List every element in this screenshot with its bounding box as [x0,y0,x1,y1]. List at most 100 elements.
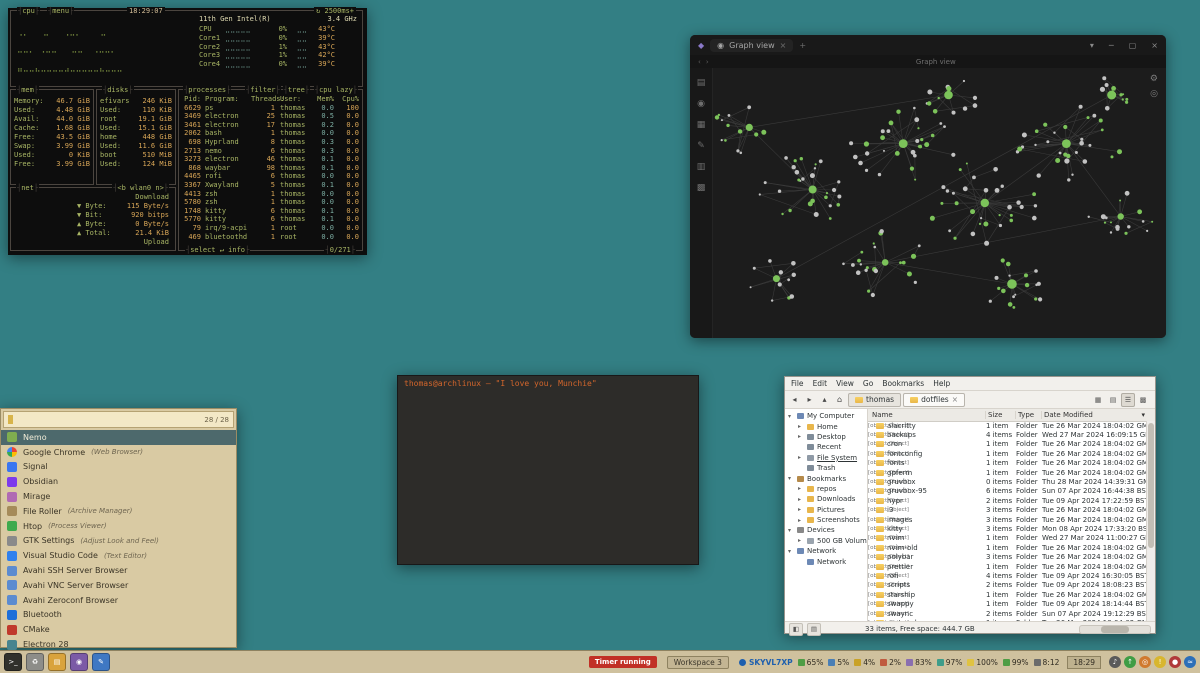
column-chooser-icon[interactable]: ▾ [1141,411,1145,419]
btop-filter-button[interactable]: filter [245,86,281,94]
canvas-icon[interactable]: ▦ [697,120,706,130]
dir-tree-toggle-icon[interactable]: ▤ [807,623,821,636]
notifications-icon[interactable]: ! [1154,656,1166,668]
btop-processes-tab[interactable]: processes [183,86,231,94]
file-row[interactable]: [object Object] starship 1 item Folder T… [868,590,1147,599]
home-button[interactable]: ⌂ [833,393,846,406]
trash-launcher-icon[interactable]: ♻ [26,653,44,671]
expander-icon[interactable]: ▸ [798,517,804,524]
sidebar-item[interactable]: ▸ Screenshots [785,515,867,525]
process-row[interactable]: 3469 electron 25 thomas 0.5 0.0 [179,112,362,121]
viewer-launcher-icon[interactable]: ◉ [70,653,88,671]
row-expander-icon[interactable]: [object Object] [868,601,876,607]
file-row[interactable]: [object Object] fontconfig 1 item Folder… [868,449,1147,458]
close-icon[interactable]: × [1151,41,1158,50]
menu-item[interactable]: Signal [1,460,236,475]
file-row[interactable]: [object Object] prettier 1 item Folder T… [868,562,1147,571]
menu-item[interactable]: Obsidian [1,474,236,489]
icon-view-icon[interactable]: ▦ [1091,393,1105,407]
process-row[interactable]: 2713 nemo 6 thomas 0.3 0.0 [179,147,362,156]
knowledge-graph[interactable] [713,68,1166,338]
btop-refresh-interval[interactable]: ↻ 2500ms+ [314,7,356,15]
timer-badge[interactable]: Timer running [589,656,657,668]
column-type[interactable]: Type [1016,411,1042,419]
file-row[interactable]: [object Object] kitty 3 items Folder Mon… [868,524,1147,533]
back-button[interactable]: ◂ [788,393,801,406]
sidebar-item[interactable]: ▸ File System [785,453,867,463]
row-expander-icon[interactable]: [object Object] [868,488,876,494]
expander-icon[interactable]: ▸ [798,433,804,440]
minimize-icon[interactable]: ─ [1109,41,1114,50]
horizontal-scrollbar[interactable] [1079,625,1151,634]
process-row[interactable]: 3461 electron 17 thomas 0.2 0.0 [179,121,362,130]
process-row[interactable]: 79 irq/9-acpi 1 root 0.0 0.0 [179,224,362,233]
side-pane-toggle-icon[interactable]: ◧ [789,623,803,636]
graph-groups-icon[interactable]: ◎ [1150,89,1158,99]
menu-item[interactable]: Bluetooth [1,608,236,623]
col-program[interactable]: Program: [201,95,251,104]
graph-settings-gear-icon[interactable]: ⚙ [1150,74,1158,84]
menubar-item[interactable]: Help [933,379,950,388]
col-mem[interactable]: Mem% [312,95,334,104]
column-size[interactable]: Size [986,411,1016,419]
path-segment-thomas[interactable]: thomas [848,393,901,407]
terminal-launcher-icon[interactable]: >_ [4,653,22,671]
compact-view-icon[interactable]: ▤ [1106,393,1120,407]
file-row[interactable]: [object Object] swaync 2 items Folder Su… [868,609,1147,618]
row-expander-icon[interactable]: [object Object] [868,441,876,447]
menubar-item[interactable]: Go [863,379,873,388]
sidebar-item[interactable]: Trash [785,463,867,473]
menu-item[interactable]: Avahi Zeroconf Browser [1,593,236,608]
sidebar-item[interactable]: ▸ Home [785,421,867,431]
file-manager-window[interactable]: FileEditViewGoBookmarksHelp ◂ ▸ ▴ ⌂ thom… [784,376,1156,634]
process-row[interactable]: 4413 zsh 1 thomas 0.0 0.0 [179,190,362,199]
menubar-item[interactable]: File [791,379,804,388]
btop-net-tab[interactable]: net [16,184,39,192]
btop-cpu-tab[interactable]: cpu [17,7,40,15]
expander-icon[interactable]: ▸ [798,423,804,430]
row-expander-icon[interactable]: [object Object] [868,573,876,579]
file-row[interactable]: [object Object] nvim 1 item Folder Wed 2… [868,534,1147,543]
col-cpu[interactable]: Cpu% [334,95,362,104]
nav-forward-icon[interactable]: › [706,58,714,66]
menubar-item[interactable]: View [836,379,854,388]
file-row[interactable]: [object Object] i3 3 items Folder Tue 26… [868,506,1147,515]
row-expander-icon[interactable]: [object Object] [868,611,876,617]
btop-disks-tab[interactable]: disks [102,86,134,94]
process-row[interactable]: 3367 Xwayland 5 thomas 0.1 0.0 [179,181,362,190]
menu-item[interactable]: CMake [1,622,236,637]
col-pid[interactable]: Pid: [179,95,201,104]
tab-close-icon[interactable]: × [780,41,787,50]
tab-list-chevron-icon[interactable]: ▾ [1090,41,1094,50]
file-row[interactable]: [object Object] cron 1 item Folder Tue 2… [868,440,1147,449]
file-row[interactable]: [object Object] gruvbox-95 6 items Folde… [868,487,1147,496]
col-threads[interactable]: Threads: [251,95,275,104]
row-expander-icon[interactable]: [object Object] [868,432,876,438]
row-expander-icon[interactable]: [object Object] [868,470,876,476]
row-expander-icon[interactable]: [object Object] [868,545,876,551]
volume-icon[interactable]: ♪ [1109,656,1121,668]
maximize-icon[interactable]: ▢ [1129,41,1137,50]
sidebar-item[interactable]: ▾ Bookmarks [785,473,867,483]
menu-item[interactable]: Mirage [1,489,236,504]
workspace-indicator[interactable]: Workspace 3 [667,656,729,669]
path-close-icon[interactable]: × [952,395,958,404]
quick-switcher-icon[interactable]: ▤ [697,78,706,88]
expander-icon[interactable]: ▾ [788,413,794,420]
process-row[interactable]: 3273 electron 46 thomas 0.1 0.0 [179,155,362,164]
forward-button[interactable]: ▸ [803,393,816,406]
vertical-scrollbar[interactable] [1146,421,1155,621]
menu-search-box[interactable]: 28 / 28 [3,411,234,428]
process-row[interactable]: 1748 kitty 6 thomas 0.1 0.0 [179,207,362,216]
file-row[interactable]: [object Object] images 3 items Folder Tu… [868,515,1147,524]
menubar-item[interactable]: Bookmarks [882,379,924,388]
btop-tree-toggle[interactable]: tree [283,86,310,94]
row-expander-icon[interactable]: [object Object] [868,535,876,541]
menu-item[interactable]: Avahi VNC Server Browser [1,578,236,593]
obsidian-window[interactable]: ◆ ◉ Graph view × + ▾ ─ ▢ × ‹ › Graph vie… [690,35,1166,338]
notes-launcher-icon[interactable]: ✎ [92,653,110,671]
expander-icon[interactable]: ▸ [798,537,804,544]
menu-item[interactable]: Avahi SSH Server Browser [1,563,236,578]
sidebar-item[interactable]: Recent [785,442,867,452]
row-expander-icon[interactable]: [object Object] [868,498,876,504]
